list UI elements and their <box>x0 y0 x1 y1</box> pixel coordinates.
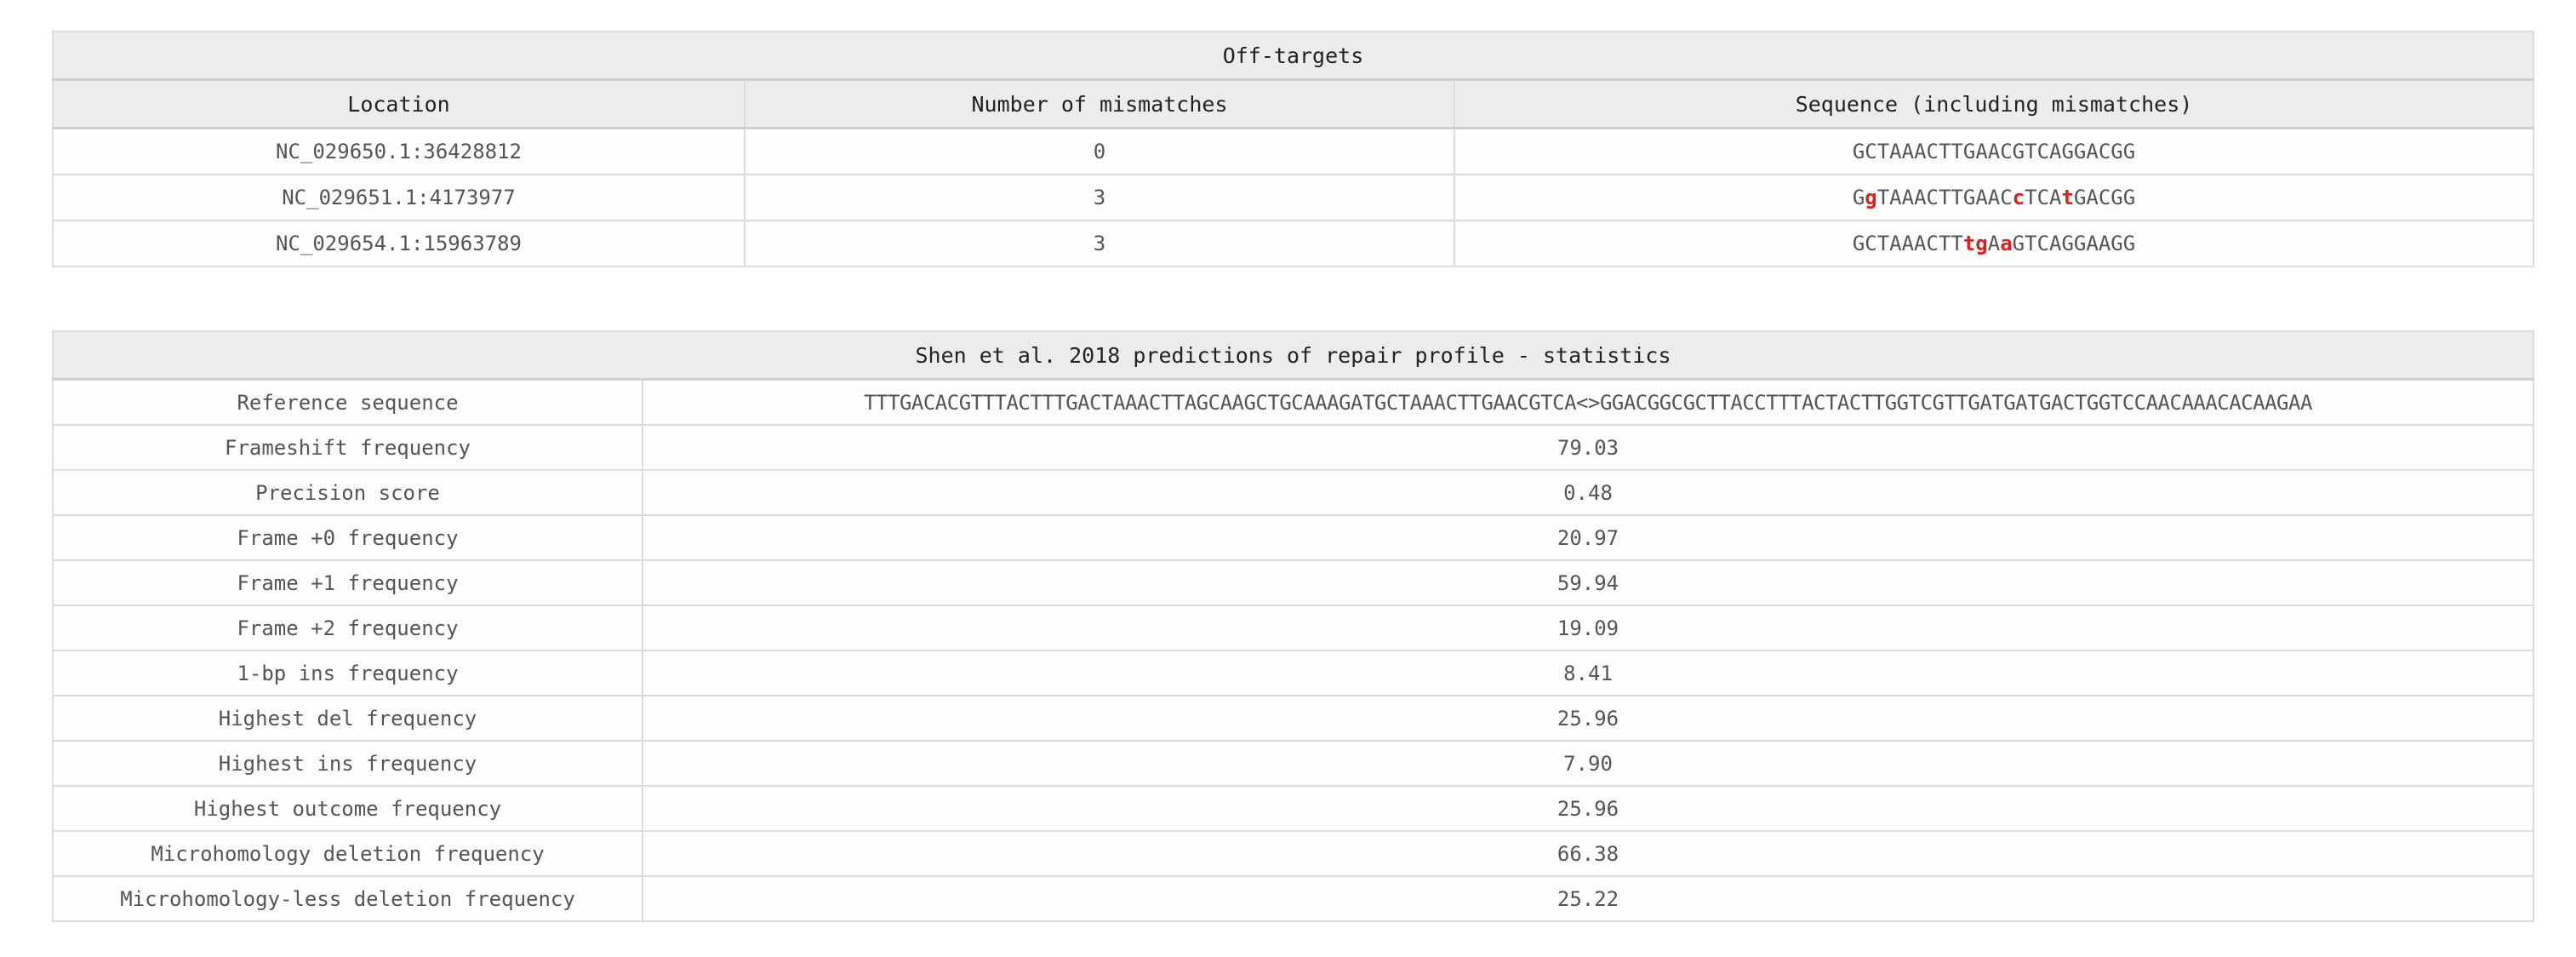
table-row: Reference sequence TTTGACACGTTTACTTTGACT… <box>52 378 2534 426</box>
sequence-segment: TAAACTTGAAC <box>1876 186 2013 209</box>
sequence-segment: GCTAAACTTGAACGTCAGGACGG <box>1852 140 2136 163</box>
offtarget-location: NC_029650.1:36428812 <box>52 127 745 175</box>
stat-value: 79.03 <box>642 424 2534 471</box>
sequence-mismatch-base: t <box>2061 186 2074 209</box>
stat-label: Precision score <box>52 469 643 516</box>
table-row: Microhomology-less deletion frequency 25… <box>52 875 2534 922</box>
table-row: Microhomology deletion frequency 66.38 <box>52 830 2534 877</box>
table-row: 1-bp ins frequency 8.41 <box>52 650 2534 696</box>
stat-value: 0.48 <box>642 469 2534 516</box>
sequence-mismatch-base: c <box>2012 186 2025 209</box>
sequence-segment: GTCAGGAAGG <box>2012 232 2136 255</box>
sequence-segment: GACGG <box>2073 186 2136 209</box>
stat-label: Reference sequence <box>52 378 643 426</box>
stat-label: Microhomology deletion frequency <box>52 830 643 877</box>
stat-value: 25.96 <box>642 695 2534 742</box>
stat-value: 25.96 <box>642 785 2534 832</box>
table-row: Highest outcome frequency 25.96 <box>52 785 2534 832</box>
sequence-segment: G <box>1852 186 1865 209</box>
offtarget-sequence: GCTAAACTTtgAaGTCAGGAAGG <box>1454 220 2534 267</box>
stat-value: 8.41 <box>642 650 2534 696</box>
stat-label: Frameshift frequency <box>52 424 643 471</box>
stat-label: Microhomology-less deletion frequency <box>52 875 643 922</box>
offtarget-location: NC_029651.1:4173977 <box>52 174 745 221</box>
stat-value: 20.97 <box>642 514 2534 561</box>
sequence-segment: TCA <box>2025 186 2062 209</box>
column-header-sequence: Sequence (including mismatches) <box>1454 78 2534 129</box>
column-header-mismatches: Number of mismatches <box>744 78 1455 129</box>
stat-label: Frame +1 frequency <box>52 559 643 606</box>
table-row: Frame +0 frequency 20.97 <box>52 514 2534 561</box>
table-row: Highest ins frequency 7.90 <box>52 740 2534 787</box>
table-row: Frameshift frequency 79.03 <box>52 424 2534 471</box>
sequence-mismatch-base: g <box>1865 186 1877 209</box>
stat-value: 59.94 <box>642 559 2534 606</box>
stat-label: Highest del frequency <box>52 695 643 742</box>
offtarget-sequence: GCTAAACTTGAACGTCAGGACGG <box>1454 127 2534 175</box>
offtargets-table: Off-targets Location Number of mismatche… <box>52 31 2534 267</box>
sequence-segment: GCTAAACTT <box>1852 232 1963 255</box>
table-row: NC_029650.1:36428812 0 GCTAAACTTGAACGTCA… <box>52 127 2534 175</box>
stat-label: Frame +0 frequency <box>52 514 643 561</box>
stat-value: 7.90 <box>642 740 2534 787</box>
stat-value: 19.09 <box>642 605 2534 651</box>
table-row: NC_029651.1:4173977 3 GgTAAACTTGAACcTCAt… <box>52 174 2534 221</box>
stat-value: 25.22 <box>642 875 2534 922</box>
offtarget-mismatch-count: 3 <box>744 174 1455 221</box>
reference-sequence-value: TTTGACACGTTTACTTTGACTAAACTTAGCAAGCTGCAAA… <box>642 378 2534 426</box>
sequence-mismatch-base: tg <box>1962 232 1988 255</box>
sequence-mismatch-base: a <box>2000 232 2013 255</box>
column-header-location: Location <box>52 78 745 129</box>
stat-label: Frame +2 frequency <box>52 605 643 651</box>
offtarget-mismatch-count: 0 <box>744 127 1455 175</box>
table-row: Precision score 0.48 <box>52 469 2534 516</box>
stat-label: 1-bp ins frequency <box>52 650 643 696</box>
offtarget-location: NC_029654.1:15963789 <box>52 220 745 267</box>
stat-value: 66.38 <box>642 830 2534 877</box>
stat-label: Highest outcome frequency <box>52 785 643 832</box>
table-row: Highest del frequency 25.96 <box>52 695 2534 742</box>
repair-profile-title: Shen et al. 2018 predictions of repair p… <box>52 330 2534 381</box>
stat-label: Highest ins frequency <box>52 740 643 787</box>
sequence-segment: A <box>1987 232 2001 255</box>
table-row: Frame +1 frequency 59.94 <box>52 559 2534 606</box>
offtarget-mismatch-count: 3 <box>744 220 1455 267</box>
offtarget-sequence: GgTAAACTTGAACcTCAtGACGG <box>1454 174 2534 221</box>
table-row: NC_029654.1:15963789 3 GCTAAACTTtgAaGTCA… <box>52 220 2534 267</box>
offtargets-title: Off-targets <box>52 31 2534 81</box>
table-row: Frame +2 frequency 19.09 <box>52 605 2534 651</box>
repair-profile-stats-table: Shen et al. 2018 predictions of repair p… <box>52 330 2534 922</box>
